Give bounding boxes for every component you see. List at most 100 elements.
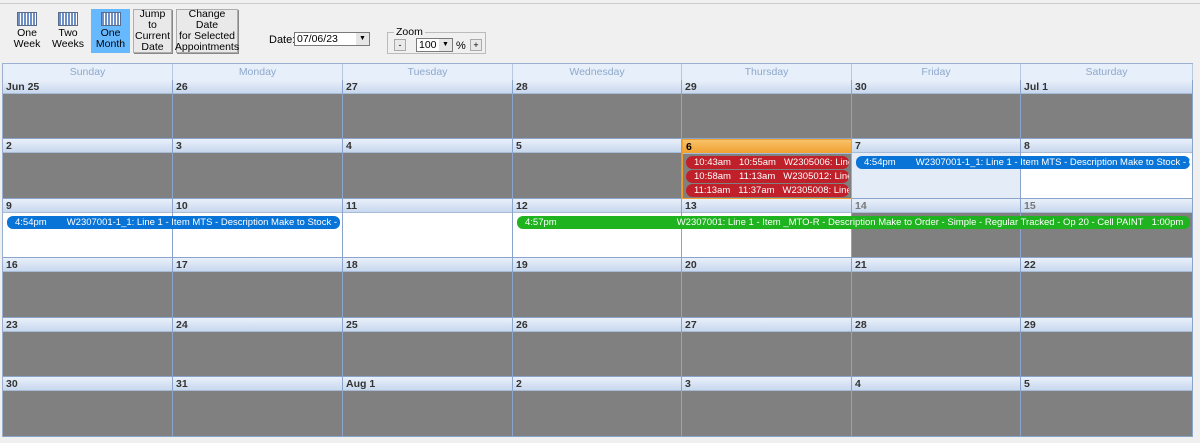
two-weeks-button[interactable]: Two Weeks bbox=[50, 9, 86, 53]
day-number: 9 bbox=[3, 199, 172, 213]
day-cell[interactable]: 18 bbox=[343, 258, 513, 318]
day-number: 7 bbox=[852, 139, 1020, 153]
weekday-header: Tuesday bbox=[343, 64, 513, 80]
appointment[interactable]: 4:57pm W2307001: Line 1 - Item _MTO-R - D… bbox=[517, 216, 1190, 229]
jump-to-current-date-button[interactable]: Jump to Current Date bbox=[133, 9, 172, 53]
day-cell[interactable]: 26 bbox=[513, 318, 682, 377]
day-number: 15 bbox=[1021, 199, 1192, 213]
zoom-in-button[interactable]: + bbox=[470, 39, 482, 51]
day-cell[interactable]: 5 bbox=[1021, 377, 1193, 437]
day-cell[interactable]: 22 bbox=[1021, 258, 1193, 318]
date-label: Date: bbox=[269, 34, 296, 46]
top-border bbox=[0, 0, 1200, 4]
day-cell[interactable]: 3 bbox=[682, 377, 852, 437]
day-number: 20 bbox=[682, 258, 851, 272]
day-cell[interactable]: 2 bbox=[513, 377, 682, 437]
appointment-start: 10:43am bbox=[694, 157, 731, 168]
zoom-select[interactable]: 100 ▼ bbox=[416, 38, 453, 52]
day-number: 10 bbox=[173, 199, 342, 213]
day-cell[interactable]: 20 bbox=[682, 258, 852, 318]
day-cell[interactable]: Aug 1 bbox=[343, 377, 513, 437]
appointment[interactable]: 10:43am 10:55am W2305006: Line 1 - I bbox=[686, 156, 849, 169]
day-number: 3 bbox=[682, 377, 851, 391]
day-cell[interactable]: 26 bbox=[173, 80, 343, 139]
appointment-start: 10:58am bbox=[694, 171, 731, 182]
day-cell[interactable]: 23 bbox=[3, 318, 173, 377]
weekday-header: Friday bbox=[852, 64, 1021, 80]
appointment-end2: 11:37am bbox=[738, 185, 775, 196]
day-cell[interactable]: 8 bbox=[1021, 139, 1193, 199]
day-cell[interactable]: 7 bbox=[852, 139, 1021, 199]
day-cell[interactable]: 25 bbox=[343, 318, 513, 377]
day-cell[interactable]: 4 bbox=[343, 139, 513, 199]
one-week-button[interactable]: One Week bbox=[10, 9, 44, 53]
day-cell[interactable]: 3 bbox=[173, 139, 343, 199]
day-number: 30 bbox=[3, 377, 172, 391]
day-number: 31 bbox=[173, 377, 342, 391]
day-cell[interactable]: 5 bbox=[513, 139, 682, 199]
day-cell[interactable]: 30 bbox=[3, 377, 173, 437]
day-cell[interactable]: 27 bbox=[343, 80, 513, 139]
day-cell[interactable]: 28 bbox=[513, 80, 682, 139]
day-number: 4 bbox=[343, 139, 512, 153]
day-number: 11 bbox=[343, 199, 512, 213]
day-cell[interactable]: 29 bbox=[682, 80, 852, 139]
day-number: 25 bbox=[343, 318, 512, 332]
day-cell[interactable]: 2 bbox=[3, 139, 173, 199]
day-number: 18 bbox=[343, 258, 512, 272]
appointment-start: 4:54pm bbox=[15, 217, 47, 228]
day-number: Jul 1 bbox=[1021, 80, 1192, 94]
weekday-header: Thursday bbox=[682, 64, 852, 80]
day-cell[interactable]: 19 bbox=[513, 258, 682, 318]
label: Date bbox=[141, 41, 164, 53]
day-cell[interactable]: 28 bbox=[852, 318, 1021, 377]
day-cell[interactable]: 17 bbox=[173, 258, 343, 318]
zoom-group: Zoom - 100 ▼ % + bbox=[387, 26, 486, 54]
day-number: 23 bbox=[3, 318, 172, 332]
appointment-end: 1:00pm bbox=[1151, 217, 1184, 228]
month-calendar: Sunday Monday Tuesday Wednesday Thursday Frid… bbox=[2, 63, 1193, 437]
change-date-button[interactable]: Change Date for Selected Appointments bbox=[175, 8, 239, 53]
appointment[interactable]: 4:54pm W2307001-1_1: Line 1 - Item MTS - … bbox=[856, 156, 1190, 169]
day-cell[interactable]: 16 bbox=[3, 258, 173, 318]
day-number: 21 bbox=[852, 258, 1020, 272]
appointment[interactable]: 4:54pm W2307001-1_1: Line 1 - Item MTS - … bbox=[7, 216, 340, 229]
appointment[interactable]: 11:13am 11:37am W2305008: Line 1 - I bbox=[686, 184, 849, 197]
appointment-title: W2307001: Line 1 - Item _MTO-R - Descrip… bbox=[676, 217, 1144, 228]
day-number: Aug 1 bbox=[343, 377, 512, 391]
zoom-label: Zoom bbox=[394, 26, 425, 38]
date-value: 07/06/23 bbox=[297, 33, 338, 45]
label: Jump to bbox=[139, 8, 166, 31]
day-cell[interactable]: Jul 1 bbox=[1021, 80, 1193, 139]
day-cell[interactable]: 4 bbox=[852, 377, 1021, 437]
day-number: 14 bbox=[852, 199, 1020, 213]
appointment[interactable]: 10:58am 11:13am W2305012: Line 1 - I bbox=[686, 170, 849, 183]
day-cell[interactable]: 29 bbox=[1021, 318, 1193, 377]
day-number: 30 bbox=[852, 80, 1020, 94]
day-number: 17 bbox=[173, 258, 342, 272]
day-number: 26 bbox=[513, 318, 681, 332]
day-cell[interactable]: 30 bbox=[852, 80, 1021, 139]
day-cell[interactable]: 31 bbox=[173, 377, 343, 437]
day-number: 29 bbox=[1021, 318, 1192, 332]
chevron-down-icon[interactable]: ▼ bbox=[439, 39, 452, 51]
appointment-title: W2305012: Line 1 - I bbox=[783, 171, 849, 182]
weekday-header: Saturday bbox=[1021, 64, 1193, 80]
day-cell[interactable]: Jun 25 bbox=[3, 80, 173, 139]
day-number: Jun 25 bbox=[3, 80, 172, 94]
label: Week bbox=[13, 38, 41, 50]
day-cell[interactable]: 24 bbox=[173, 318, 343, 377]
one-month-button[interactable]: One Month bbox=[91, 9, 130, 53]
label: Weeks bbox=[52, 38, 84, 50]
date-picker[interactable]: 07/06/23 ▼ bbox=[294, 32, 370, 46]
appointment-title: W2307001-1_1: Line 1 - Item MTS - Descri… bbox=[915, 157, 1190, 168]
day-number: 5 bbox=[1021, 377, 1192, 391]
zoom-out-button[interactable]: - bbox=[394, 39, 406, 51]
day-number: 28 bbox=[852, 318, 1020, 332]
day-cell[interactable]: 27 bbox=[682, 318, 852, 377]
chevron-down-icon[interactable]: ▼ bbox=[356, 33, 369, 45]
day-cell[interactable]: 21 bbox=[852, 258, 1021, 318]
weekday-header: Monday bbox=[173, 64, 343, 80]
day-cell[interactable]: 11 bbox=[343, 199, 513, 258]
label: Change Date bbox=[188, 8, 226, 31]
